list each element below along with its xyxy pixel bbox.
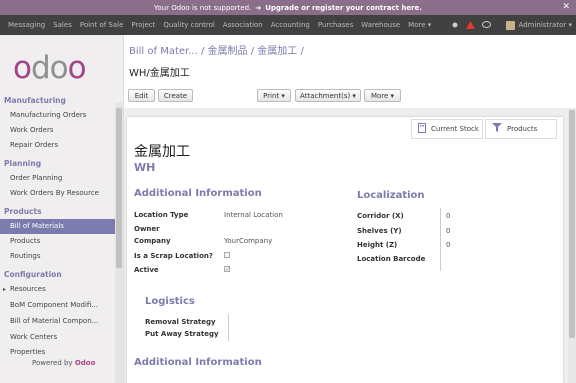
form-sheet: Current Stock Products 金属加工 WH Additiona… (127, 117, 563, 383)
products-label: Products (507, 125, 538, 133)
avatar[interactable] (505, 20, 515, 30)
page-title: WH/金属加工 (129, 68, 190, 79)
create-button[interactable]: Create (158, 89, 193, 102)
sidebar-item-bill-of-materials[interactable]: Bill of Materials (0, 219, 116, 234)
logistics-divider (228, 314, 229, 341)
breadcrumb-metal-products[interactable]: 金属制品 (208, 46, 248, 57)
company-label: Company (134, 237, 171, 245)
sidebar-item-repair-orders[interactable]: Repair Orders (0, 138, 116, 153)
corridor-label: Corridor (X) (357, 212, 404, 220)
sidebar-section-products: Products (4, 207, 42, 216)
main-content: Bill of Mater... / 金属制品 / 金属加工 / WH/金属加工… (124, 35, 576, 383)
nav-item-association[interactable]: Association (223, 21, 263, 29)
location-type-label: Location Type (134, 211, 189, 219)
nav-item-more[interactable]: More ▾ (408, 21, 431, 29)
sidebar-item-manufacturing-orders[interactable]: Manufacturing Orders (0, 108, 116, 123)
location-type-value: Internal Location (224, 211, 283, 219)
scrap-location-label: Is a Scrap Location? (134, 252, 213, 260)
expand-arrow-icon: ▸ (3, 286, 7, 293)
sidebar-item-work-orders-by-resource[interactable]: Work Orders By Resource (0, 186, 116, 201)
edit-button[interactable]: Edit (128, 89, 155, 102)
owner-label: Owner (134, 225, 160, 233)
logo-text: odoo (13, 50, 87, 86)
content-scroll-thumb[interactable] (569, 110, 575, 338)
powered-by: Powered by Odoo (32, 359, 95, 367)
shelves-label: Shelves (Y) (357, 227, 402, 235)
banner-text: Your Odoo is not supported. (154, 3, 252, 12)
main-navbar: Messaging Sales Point of Sale Project Qu… (0, 15, 576, 35)
nav-item-sales[interactable]: Sales (53, 21, 72, 29)
banner-arrow: ➜ (255, 3, 262, 12)
sidebar-item-bom-components[interactable]: Bill of Material Compon... (0, 314, 116, 329)
breadcrumb-separator: / (250, 46, 255, 57)
navbar-right: Administrator ▾ (451, 15, 572, 35)
removal-strategy-label: Removal Strategy (145, 318, 216, 326)
localization-divider (440, 208, 441, 271)
bug-icon[interactable] (451, 21, 459, 29)
height-value: 0 (446, 241, 451, 249)
record-subtitle: WH (134, 161, 156, 174)
attachments-button[interactable]: Attachment(s) ▾ (295, 89, 361, 102)
warning-icon[interactable] (465, 21, 475, 29)
building-icon (418, 122, 426, 136)
sidebar-item-bom-component-modifiers[interactable]: BoM Component Modifi... (0, 298, 116, 313)
content-scrollbar[interactable] (568, 108, 576, 383)
odoo-logo[interactable]: odoo (13, 50, 87, 86)
powered-by-odoo-link[interactable]: Odoo (75, 359, 96, 367)
breadcrumb-metal-processing[interactable]: 金属加工 (257, 46, 297, 57)
nav-item-quality-control[interactable]: Quality control (163, 21, 215, 29)
user-menu[interactable]: Administrator ▾ (519, 21, 572, 29)
sidebar-item-label: Resources (10, 285, 46, 293)
nav-item-accounting[interactable]: Accounting (271, 21, 310, 29)
unsupported-banner: Your Odoo is not supported. ➜ Upgrade or… (0, 0, 576, 15)
nav-item-project[interactable]: Project (131, 21, 155, 29)
nav-item-warehouse[interactable]: Warehouse (361, 21, 400, 29)
shelves-value: 0 (446, 227, 451, 235)
powered-by-label: Powered by (32, 359, 73, 367)
corridor-value: 0 (446, 212, 451, 220)
height-label: Height (Z) (357, 241, 398, 249)
breadcrumb-separator: / (300, 46, 304, 57)
sidebar-scrollbar[interactable] (115, 103, 123, 383)
breadcrumb-bill-of-materials[interactable]: Bill of Mater... (129, 46, 198, 57)
active-checkbox[interactable]: ✓ (224, 266, 230, 273)
put-away-strategy-label: Put Away Strategy (145, 330, 219, 338)
nav-item-point-of-sale[interactable]: Point of Sale (80, 21, 124, 29)
location-barcode-label: Location Barcode (357, 255, 426, 263)
active-label: Active (134, 266, 159, 274)
sidebar: odoo Manufacturing Manufacturing Orders … (0, 35, 124, 383)
breadcrumb-separator: / (200, 46, 205, 57)
nav-item-purchases[interactable]: Purchases (318, 21, 353, 29)
nav-item-messaging[interactable]: Messaging (8, 21, 45, 29)
breadcrumb: Bill of Mater... / 金属制品 / 金属加工 / (129, 42, 304, 57)
current-stock-button[interactable]: Current Stock (411, 119, 483, 139)
sidebar-item-resources[interactable]: ▸ Resources (0, 282, 116, 297)
company-value: YourCompany (224, 237, 273, 245)
additional-information-title-2: Additional Information (134, 357, 262, 368)
sidebar-section-configuration: Configuration (4, 270, 62, 279)
sidebar-section-planning: Planning (4, 159, 42, 168)
logistics-title: Logistics (145, 296, 195, 307)
current-stock-label: Current Stock (431, 125, 479, 133)
sidebar-item-work-orders[interactable]: Work Orders (0, 123, 116, 138)
sidebar-item-work-centers[interactable]: Work Centers (0, 330, 116, 345)
products-button[interactable]: Products (485, 119, 557, 139)
scrap-location-checkbox[interactable] (224, 252, 230, 258)
print-button[interactable]: Print ▾ (257, 89, 291, 102)
chat-icon[interactable] (481, 21, 491, 29)
sidebar-section-manufacturing: Manufacturing (4, 96, 66, 105)
sidebar-scroll-thumb[interactable] (116, 108, 122, 268)
sidebar-item-routings[interactable]: Routings (0, 249, 116, 264)
record-name: 金属加工 (134, 144, 190, 160)
additional-information-title: Additional Information (134, 188, 262, 199)
sidebar-item-order-planning[interactable]: Order Planning (0, 171, 116, 186)
sidebar-item-products[interactable]: Products (0, 234, 116, 249)
filter-icon (492, 123, 502, 135)
close-icon[interactable]: ✕ (562, 2, 570, 12)
more-button[interactable]: More ▾ (364, 89, 401, 102)
sidebar-item-properties[interactable]: Properties (0, 345, 116, 360)
upgrade-link[interactable]: Upgrade or register your contract here. (265, 4, 422, 12)
localization-title: Localization (357, 190, 425, 201)
